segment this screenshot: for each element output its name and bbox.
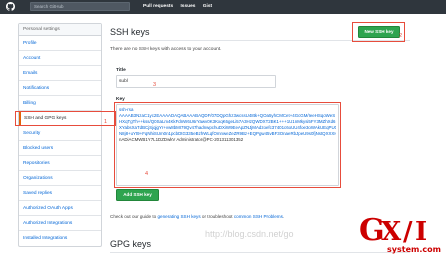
nav-gist[interactable]: Gist (203, 4, 212, 9)
sidebar-item-billing[interactable]: Billing (19, 96, 101, 111)
help-suffix: . (282, 214, 285, 219)
common-ssh-problems-link[interactable]: common SSH Problems (234, 214, 283, 219)
nav-issues[interactable]: Issues (180, 4, 195, 9)
settings-sidebar: Personal settings Profile Account Emails… (18, 23, 102, 247)
ssh-help-text: Check out our guide to generating SSH ke… (110, 214, 284, 219)
generating-ssh-keys-link[interactable]: generating SSH keys (158, 214, 201, 219)
svg-text:/: / (403, 217, 413, 247)
sidebar-item-profile[interactable]: Profile (19, 36, 101, 51)
add-ssh-key-button[interactable]: Add SSH key (116, 189, 159, 201)
title-label: Title (116, 68, 126, 73)
brand-logo: G X / I system.com (357, 210, 443, 254)
annotation-number-2: 2 (399, 33, 403, 39)
sidebar-item-saved-replies[interactable]: Saved replies (19, 186, 101, 201)
page-title: SSH keys (110, 27, 150, 37)
help-prefix: Check out our guide to (110, 214, 158, 219)
annotation-number-4: 4 (145, 171, 149, 177)
new-ssh-key-button[interactable]: New SSH key (358, 26, 400, 38)
help-middle: or troubleshoot (200, 214, 234, 219)
gpg-keys-title: GPG keys (110, 239, 152, 249)
brand-logo-icon: G X / I system.com (359, 213, 441, 254)
header-nav: Pull requests Issues Gist (143, 4, 218, 9)
svg-text:system.com: system.com (387, 245, 441, 254)
sidebar-item-oauth-apps[interactable]: Authorized OAuth Apps (19, 201, 101, 216)
sidebar-item-emails[interactable]: Emails (19, 66, 101, 81)
sidebar-item-authorized-integrations[interactable]: Authorized Integrations (19, 216, 101, 231)
nav-pull-requests[interactable]: Pull requests (143, 4, 173, 9)
svg-text:X: X (381, 217, 402, 247)
sidebar-title: Personal settings (19, 24, 101, 36)
sidebar-item-account[interactable]: Account (19, 51, 101, 66)
title-input[interactable]: subl (116, 75, 276, 88)
sidebar-item-security[interactable]: Security (19, 126, 101, 141)
sidebar-item-organizations[interactable]: Organizations (19, 171, 101, 186)
annotation-number-1: 1 (104, 119, 108, 125)
search-input[interactable]: Search GitHub (30, 2, 130, 11)
no-keys-message: There are no SSH keys with access to you… (110, 47, 222, 52)
svg-text:I: I (415, 217, 427, 247)
watermark-text: http://blog.csdn.net/go (205, 229, 294, 239)
annotation-box-ssh-item (15, 111, 116, 126)
top-header: Search GitHub Pull requests Issues Gist (0, 0, 446, 14)
sidebar-item-blocked-users[interactable]: Blocked users (19, 141, 101, 156)
github-logo-icon[interactable] (6, 2, 15, 11)
annotation-number-3: 3 (153, 82, 157, 88)
sidebar-item-notifications[interactable]: Notifications (19, 81, 101, 96)
sidebar-item-installed-integrations[interactable]: Installed Integrations (19, 231, 101, 246)
sidebar-item-repositories[interactable]: Repositories (19, 156, 101, 171)
